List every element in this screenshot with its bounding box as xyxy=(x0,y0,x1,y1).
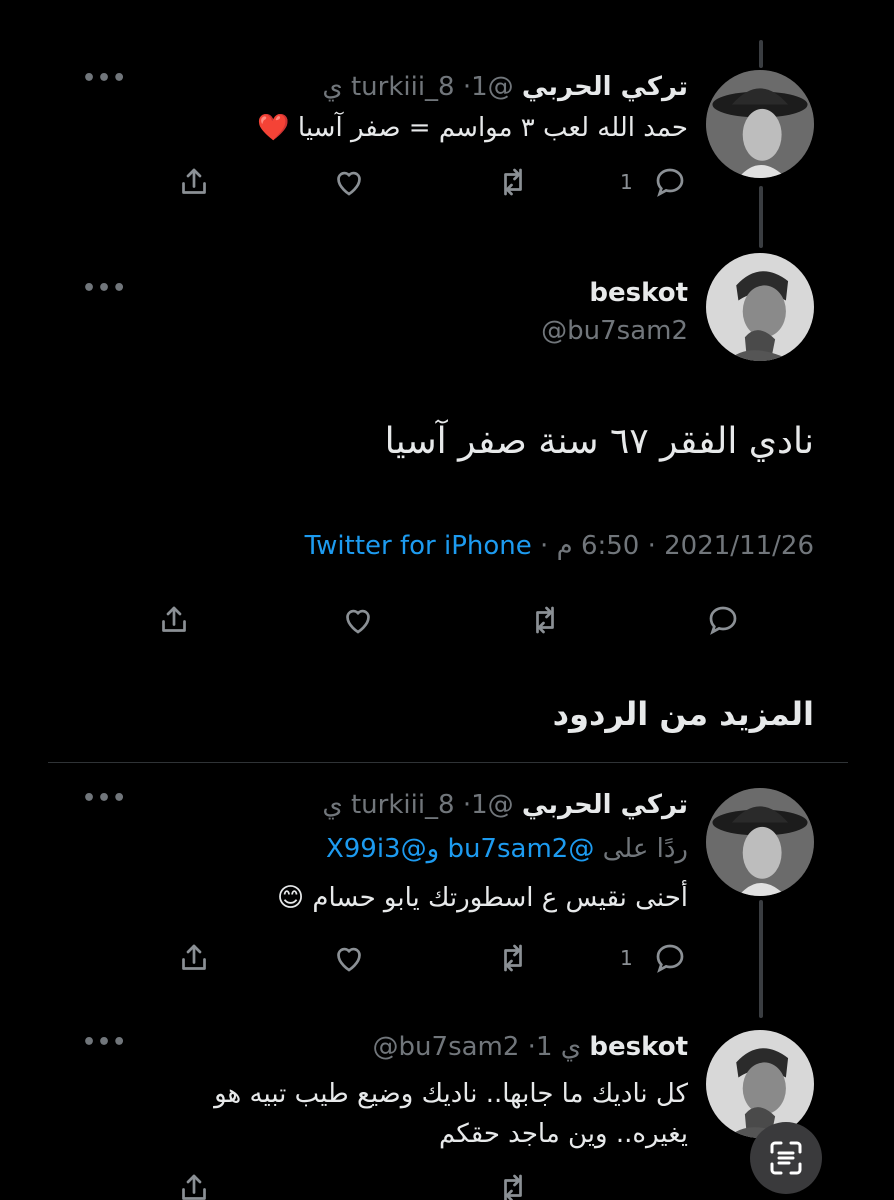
heart-icon[interactable] xyxy=(340,602,376,638)
retweet-icon[interactable] xyxy=(495,940,531,976)
retweet-icon[interactable] xyxy=(527,602,563,638)
author-handle-time[interactable]: @turkiii_8 ·1 ي xyxy=(322,72,513,102)
author-handle-time[interactable]: @bu7sam2 ·1 ي xyxy=(373,1032,582,1062)
heart-icon[interactable] xyxy=(331,164,367,200)
tweet-header: تركي الحربي @turkiii_8 ·1 ي xyxy=(268,70,688,104)
tweet-text-line: يغيره.. وين ماجد حقكم xyxy=(439,1119,688,1149)
thread-line-connector xyxy=(759,900,763,1018)
avatar[interactable] xyxy=(706,70,814,178)
tweet-text: نادي الفقر ٦٧ سنة صفر آسيا xyxy=(384,421,814,462)
retweet-icon[interactable] xyxy=(495,1170,531,1200)
retweet-icon[interactable] xyxy=(495,164,531,200)
heart-icon[interactable] xyxy=(331,940,367,976)
tweet-header: @bu7sam2 ·1 ي beskot xyxy=(268,1030,688,1064)
section-title: المزيد من الردود xyxy=(552,695,814,733)
reply-count: 1 xyxy=(620,170,633,194)
replying-to-users[interactable]: @bu7sam2 و@X99i3 xyxy=(326,834,594,864)
divider xyxy=(48,762,848,763)
more-dots-icon[interactable]: ••• xyxy=(82,66,127,91)
reply-count: 1 xyxy=(620,946,633,970)
more-dots-icon[interactable]: ••• xyxy=(82,276,127,301)
author-name[interactable]: تركي الحربي xyxy=(522,790,688,820)
reply-bubble-icon[interactable] xyxy=(652,940,688,976)
thread-line-connector xyxy=(759,186,763,248)
tweet-text: كل ناديك ما جابها.. ناديك وضيع طيب تبيه … xyxy=(88,1074,688,1154)
avatar-photo-icon xyxy=(706,788,814,896)
author-handle-time[interactable]: @turkiii_8 ·1 ي xyxy=(322,790,513,820)
avatar-photo-icon xyxy=(706,70,814,178)
tweet-text-line: كل ناديك ما جابها.. ناديك وضيع طيب تبيه … xyxy=(214,1079,688,1109)
replying-to: ردًا على @bu7sam2 و@X99i3 xyxy=(128,832,688,866)
thread-line-top xyxy=(759,40,763,68)
tweet-text: أحنى نقيس ع اسطورتك يابو حسام 😊 xyxy=(277,883,688,913)
tweet-date-time: 2021/11/26 · 6:50 م · xyxy=(540,531,814,561)
author-name[interactable]: beskot xyxy=(589,1032,688,1062)
more-dots-icon[interactable]: ••• xyxy=(82,1030,127,1055)
reply-bubble-icon[interactable] xyxy=(652,164,688,200)
share-icon[interactable] xyxy=(176,1170,212,1200)
reply-bubble-icon[interactable] xyxy=(705,602,741,638)
tweet-source[interactable]: Twitter for iPhone xyxy=(305,531,532,561)
author-name[interactable]: تركي الحربي xyxy=(522,72,688,102)
avatar[interactable] xyxy=(706,253,814,361)
tweet-text: حمد الله لعب ٣ مواسم = صفر آسيا ❤️ xyxy=(257,113,688,143)
share-icon[interactable] xyxy=(176,940,212,976)
more-dots-icon[interactable]: ••• xyxy=(82,786,127,811)
avatar-photo-icon xyxy=(706,253,814,361)
text-scan-button[interactable] xyxy=(750,1122,822,1194)
author-name[interactable]: beskot xyxy=(589,276,688,310)
replying-to-prefix: ردًا على xyxy=(602,834,688,864)
share-icon[interactable] xyxy=(156,602,192,638)
tweet-header: تركي الحربي @turkiii_8 ·1 ي xyxy=(268,788,688,822)
text-scan-icon xyxy=(770,1141,802,1175)
avatar[interactable] xyxy=(706,788,814,896)
tweet-meta: Twitter for iPhone 2021/11/26 · 6:50 م · xyxy=(305,528,814,564)
share-icon[interactable] xyxy=(176,164,212,200)
author-handle[interactable]: @bu7sam2 xyxy=(541,314,688,348)
